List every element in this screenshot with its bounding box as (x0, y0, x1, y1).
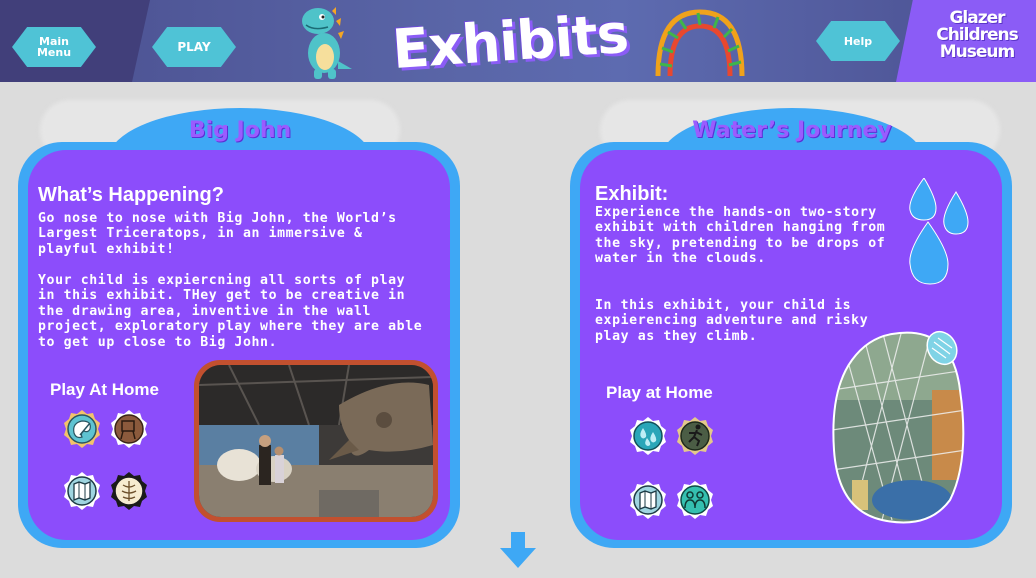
exhibit-photo-frame (194, 360, 438, 522)
main-menu-button[interactable]: Main Menu (12, 27, 96, 67)
small-drop-icon (926, 330, 958, 366)
scroll-down-arrow-icon[interactable] (500, 532, 536, 568)
exhibit-title: Big John (188, 118, 292, 143)
exhibit-title: Water’s Journey (692, 118, 892, 143)
play-label: PLAY (177, 39, 211, 54)
exhibit-description: Experience the hands-on two-story exhibi… (595, 205, 886, 267)
help-label: Help (843, 34, 873, 48)
map-icon (64, 472, 100, 510)
water-drops-icon (909, 178, 969, 285)
dinosaur-icon (302, 7, 352, 79)
triceratops-exhibit-photo (199, 365, 433, 517)
page-title: Exhibits (390, 1, 630, 81)
map-icon (630, 481, 666, 519)
brain-icon (111, 472, 147, 510)
runner-icon (677, 417, 713, 455)
section-heading: What’s Happening? (38, 184, 224, 206)
help-button[interactable]: Help (816, 21, 900, 61)
play-at-home-heading: Play at Home (606, 383, 713, 402)
easel-icon (111, 410, 147, 448)
climbing-arch-icon (655, 9, 745, 77)
people-icon (677, 481, 713, 519)
play-description: Your child is expiercning all sorts of p… (38, 273, 423, 350)
section-heading: Exhibit: (595, 183, 669, 205)
water-drops-icon (630, 417, 666, 455)
play-at-home-heading: Play At Home (50, 380, 159, 399)
play-button[interactable]: PLAY (152, 27, 236, 67)
brand-line: Museum (939, 42, 1015, 62)
main-menu-label: Main Menu (36, 35, 72, 59)
art-palette-icon (64, 410, 100, 448)
museum-logo: Glazer Childrens Museum (922, 10, 1032, 70)
exhibit-description: Go nose to nose with Big John, the World… (38, 211, 397, 257)
